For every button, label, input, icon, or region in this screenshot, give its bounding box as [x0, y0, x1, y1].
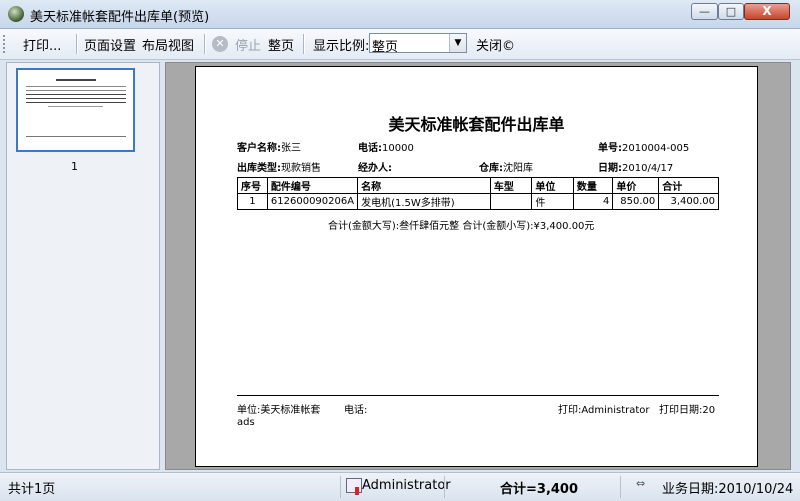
title-bar: 美天标准帐套配件出库单(预览) — □ X	[0, 0, 800, 29]
customer-value: 张三	[281, 143, 301, 154]
page-setup-button[interactable]: 页面设置	[84, 35, 136, 54]
thumb-line	[26, 90, 126, 91]
date-label: 日期:	[598, 163, 622, 174]
table-row: 1 612600090206A 发电机(1.5W多排带) 件 4 850.00 …	[237, 193, 719, 210]
thumbnail-page-number: 1	[71, 160, 78, 173]
phone-label: 电话:	[358, 143, 382, 154]
thumb-line	[26, 94, 126, 95]
thumb-line	[26, 86, 126, 87]
status-separator	[620, 476, 621, 498]
table-header: 合计	[658, 177, 719, 194]
out-type-label: 出库类型:	[237, 163, 281, 174]
page-thumbnail[interactable]	[16, 68, 135, 152]
zoom-value: 整页	[372, 40, 399, 55]
toolbar-separator	[204, 34, 206, 54]
thumb-line	[26, 98, 126, 99]
table-header: 数量	[572, 177, 614, 194]
total-amount-line: 合计(金额大写):叁仟肆佰元整 合计(金额小写):¥3,400.00元	[328, 221, 595, 232]
resize-icon: ⇔	[636, 477, 646, 490]
close-icon: X	[762, 4, 772, 18]
table-cell: 发电机(1.5W多排带)	[357, 193, 491, 210]
customer-field: 客户名称:张三	[237, 139, 301, 154]
maximize-icon: □	[725, 5, 737, 18]
page-count: 共计1页	[8, 482, 56, 497]
table-header: 单位	[531, 177, 574, 194]
handler-label: 经办人:	[358, 163, 392, 174]
order-number-field: 单号:2010004-005	[598, 139, 689, 154]
status-separator	[340, 476, 341, 498]
table-cell: 1	[237, 193, 268, 210]
items-table: 序号 配件编号 名称 车型 单位 数量 单价 合计 1 612600090206…	[237, 177, 719, 210]
table-header: 名称	[357, 177, 491, 194]
close-button[interactable]: 关闭©	[476, 35, 515, 54]
footer-printer: 打印:Administrator	[558, 405, 650, 416]
current-user: Administrator	[362, 478, 451, 493]
out-type-value: 现款销售	[281, 163, 321, 174]
phone-value: 10000	[382, 143, 414, 154]
thumb-line	[26, 102, 126, 103]
thumb-line	[26, 136, 126, 137]
print-button[interactable]: 打印...	[23, 35, 61, 54]
warehouse-field: 仓库:沈阳库	[479, 159, 533, 174]
thumb-line	[56, 79, 96, 81]
table-cell	[489, 193, 533, 210]
thumbnail-pane: 1	[6, 62, 160, 470]
window-title: 美天标准帐套配件出库单(预览)	[30, 10, 210, 25]
table-cell: 850.00	[612, 193, 660, 210]
footer-divider	[237, 395, 719, 396]
toolbar: 打印... 页面设置 布局视图 ✕ 停止 整页 显示比例: 整页 ▼ 关闭©	[0, 29, 800, 60]
minimize-button[interactable]: —	[691, 3, 718, 20]
date-value: 2010/4/17	[622, 163, 674, 174]
close-window-button[interactable]: X	[744, 3, 790, 20]
footer-unit: 单位:美天标准帐套	[237, 405, 321, 416]
whole-page-button[interactable]: 整页	[268, 35, 294, 54]
table-header: 单价	[612, 177, 660, 194]
toolbar-grip[interactable]	[3, 35, 8, 53]
preview-area[interactable]: 美天标准帐套配件出库单 客户名称:张三 电话:10000 单号:2010004-…	[165, 62, 791, 470]
status-separator	[444, 476, 445, 498]
status-total: 合计=3,400	[500, 482, 579, 497]
footer-extra: ads	[237, 417, 255, 428]
handler-field: 经办人:	[358, 159, 392, 174]
table-cell: 件	[531, 193, 574, 210]
table-header-row: 序号 配件编号 名称 车型 单位 数量 单价 合计	[237, 177, 719, 194]
table-cell: 3,400.00	[658, 193, 719, 210]
table-cell: 612600090206A	[266, 193, 359, 210]
warehouse-label: 仓库:	[479, 163, 503, 174]
order-number-label: 单号:	[598, 143, 622, 154]
out-type-field: 出库类型:现款销售	[237, 159, 321, 174]
business-date: 业务日期:2010/10/24	[662, 482, 794, 497]
thumb-line	[48, 106, 103, 107]
stop-icon: ✕	[212, 36, 228, 52]
customer-label: 客户名称:	[237, 143, 281, 154]
order-number-value: 2010004-005	[622, 143, 690, 154]
user-icon	[346, 478, 362, 495]
stop-button[interactable]: 停止	[235, 35, 261, 54]
document-title: 美天标准帐套配件出库单	[388, 115, 565, 134]
zoom-select[interactable]: 整页 ▼	[369, 33, 467, 55]
status-bar: 共计1页 Administrator 合计=3,400 ⇔ 业务日期:2010/…	[0, 472, 800, 501]
table-header: 配件编号	[266, 177, 359, 194]
zoom-label: 显示比例:	[313, 39, 370, 54]
footer-phone: 电话:	[344, 405, 368, 416]
maximize-button[interactable]: □	[718, 3, 744, 20]
table-header: 序号	[237, 177, 268, 194]
table-cell: 4	[572, 193, 614, 210]
phone-field: 电话:10000	[358, 139, 414, 154]
table-header: 车型	[489, 177, 533, 194]
chevron-down-icon[interactable]: ▼	[449, 34, 466, 52]
toolbar-separator	[76, 34, 78, 54]
minimize-icon: —	[699, 5, 710, 18]
toolbar-separator	[303, 34, 305, 54]
layout-view-button[interactable]: 布局视图	[142, 35, 194, 54]
warehouse-value: 沈阳库	[503, 163, 533, 174]
date-field: 日期:2010/4/17	[598, 159, 673, 174]
app-icon	[8, 6, 24, 22]
footer-print-date: 打印日期:20	[659, 405, 716, 416]
print-page: 美天标准帐套配件出库单 客户名称:张三 电话:10000 单号:2010004-…	[195, 66, 758, 467]
